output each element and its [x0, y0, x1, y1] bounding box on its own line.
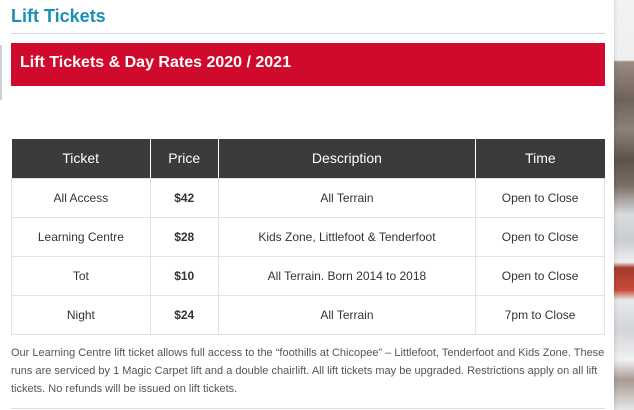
left-accent-border: [0, 45, 2, 100]
page-title: Lift Tickets: [11, 6, 106, 26]
price-cell: $24: [149, 294, 219, 335]
description-cell: All Terrain: [217, 294, 477, 335]
header-price: Price: [150, 139, 219, 178]
price-cell: $10: [149, 255, 219, 296]
title-divider: [11, 33, 605, 34]
ticket-cell: Tot: [11, 255, 151, 296]
ticket-policy-note: Our Learning Centre lift ticket allows f…: [11, 347, 605, 395]
table-row: Learning Centre $28 Kids Zone, Littlefoo…: [11, 216, 605, 257]
ticket-cell: Night: [11, 294, 151, 335]
main-content: Lift Tickets Lift Tickets & Day Rates 20…: [0, 0, 614, 410]
header-time: Time: [475, 139, 605, 178]
time-cell: Open to Close: [475, 255, 605, 296]
table-row: Tot $10 All Terrain. Born 2014 to 2018 O…: [11, 255, 605, 296]
table-row: All Access $42 All Terrain Open to Close: [11, 177, 605, 218]
description-cell: All Terrain. Born 2014 to 2018: [217, 255, 477, 296]
ticket-cell: All Access: [11, 177, 151, 218]
bottom-divider: [11, 408, 605, 409]
description-cell: Kids Zone, Littlefoot & Tenderfoot: [217, 216, 477, 257]
price-cell: $28: [149, 216, 219, 257]
table-row: Night $24 All Terrain 7pm to Close: [11, 294, 605, 335]
banner-heading: Lift Tickets & Day Rates 2020 / 2021: [20, 54, 291, 71]
background-photo-strip: [614, 0, 634, 410]
time-cell: 7pm to Close: [475, 294, 605, 335]
header-ticket: Ticket: [11, 139, 151, 178]
price-cell: $42: [149, 177, 219, 218]
time-cell: Open to Close: [475, 216, 605, 257]
description-cell: All Terrain: [217, 177, 477, 218]
table-header-row: Ticket Price Description Time: [11, 139, 605, 178]
header-description: Description: [218, 139, 477, 178]
rates-table: Ticket Price Description Time All Access…: [11, 139, 605, 335]
ticket-cell: Learning Centre: [11, 216, 151, 257]
time-cell: Open to Close: [475, 177, 605, 218]
rates-banner: Lift Tickets & Day Rates 2020 / 2021: [11, 43, 605, 86]
